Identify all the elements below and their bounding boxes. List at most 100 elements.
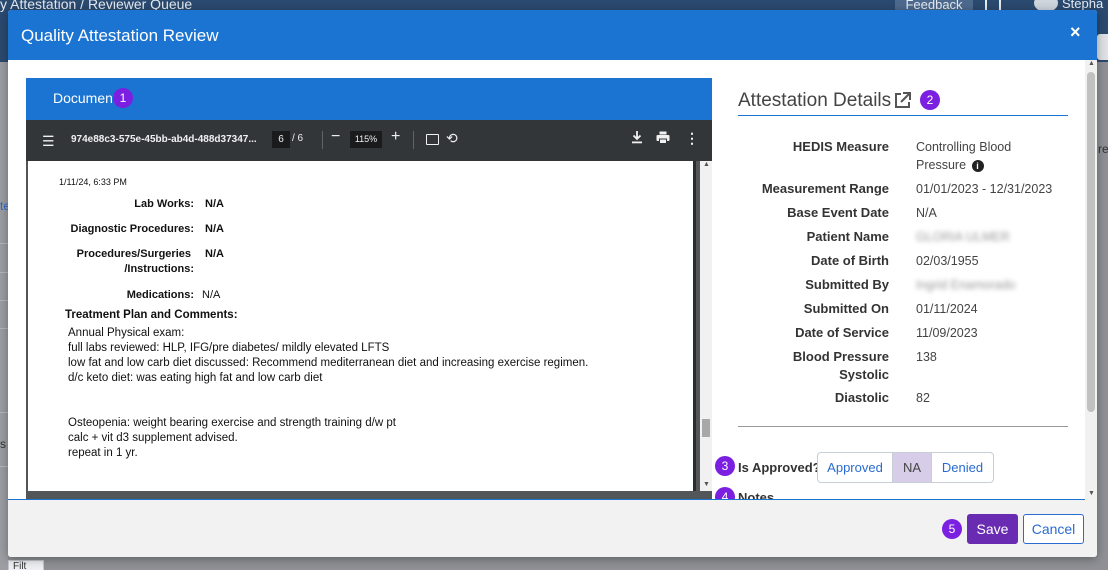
pdf-field-value: N/A [205, 248, 224, 260]
cancel-button[interactable]: Cancel [1023, 514, 1084, 544]
pdf-body-line: d/c keto diet: was eating high fat and l… [68, 372, 323, 384]
pdf-field-label: Diagnostic Procedures: [70, 223, 194, 235]
background-text: re [1098, 142, 1108, 156]
diastolic-label: Diastolic [834, 390, 889, 405]
modal-footer: 5 Save Cancel [8, 500, 1097, 557]
divider [0, 243, 8, 244]
hedis-measure-value-text: Pressure [916, 158, 967, 172]
denied-option[interactable]: Denied [932, 453, 993, 482]
submitted-by-label: Submitted By [805, 277, 889, 292]
pdf-body-line: low fat and low carb diet discussed: Rec… [68, 357, 589, 369]
is-approved-label: Is Approved? [738, 460, 821, 475]
scroll-down-icon[interactable]: ▼ [703, 481, 710, 488]
systolic-value: 138 [916, 350, 937, 364]
pdf-field-value: N/A [205, 223, 224, 235]
systolic-label: Systolic [839, 367, 889, 382]
attestation-review-modal: Quality Attestation Review × Document 1 … [8, 10, 1097, 557]
divider [0, 466, 8, 467]
toolbar-divider [322, 131, 323, 149]
pdf-field-label: Lab Works: [134, 198, 194, 210]
divider [738, 115, 1068, 116]
patient-name-value: GLORIA ULMER [916, 230, 1010, 244]
pdf-field-value: N/A [205, 198, 224, 210]
external-link-icon[interactable] [893, 91, 912, 115]
divider [0, 412, 8, 413]
page-total: / 6 [292, 133, 304, 144]
pdf-body-line: full labs reviewed: HLP, IFG/pre diabete… [68, 342, 390, 354]
pdf-field-value: N/A [202, 289, 221, 301]
zoom-level-input[interactable]: 115% [350, 131, 382, 148]
filter-button: Filt [8, 560, 44, 570]
document-header: Document 1 [26, 78, 712, 120]
pdf-body-line: Osteopenia: weight bearing exercise and … [68, 417, 396, 429]
print-icon[interactable] [656, 131, 670, 149]
callout-badge-5: 5 [942, 519, 962, 539]
fit-page-icon[interactable] [426, 134, 439, 145]
menu-icon[interactable]: ☰ [42, 133, 55, 150]
modal-scrollbar-thumb[interactable] [1087, 72, 1095, 412]
scroll-down-icon[interactable]: ▼ [1088, 490, 1095, 497]
page-number-input[interactable]: 6 [272, 131, 290, 148]
modal-body: Document 1 ☰ 974e88c3-575e-45bb-ab4d-488… [8, 60, 1097, 500]
zoom-out-icon[interactable]: − [331, 128, 340, 146]
callout-badge-1: 1 [113, 88, 133, 108]
callout-badge-2: 2 [920, 90, 940, 110]
pdf-viewer[interactable]: 1/11/24, 6:33 PM Lab Works: N/A Diagnost… [26, 161, 712, 500]
divider [738, 426, 1068, 427]
pdf-date-line: 1/11/24, 6:33 PM [59, 177, 127, 187]
na-option[interactable]: NA [893, 453, 932, 482]
info-icon[interactable]: i [971, 159, 984, 172]
pdf-treatment-heading: Treatment Plan and Comments: [65, 309, 238, 321]
pdf-body-line: calc + vit d3 supplement advised. [68, 432, 238, 444]
zoom-in-icon[interactable]: + [391, 128, 400, 146]
document-panel: Document 1 ☰ 974e88c3-575e-45bb-ab4d-488… [26, 78, 712, 500]
date-of-birth-label: Date of Birth [811, 253, 889, 268]
close-icon[interactable]: × [1070, 22, 1081, 43]
submitted-by-value: Ingrid Enamorado [916, 278, 1016, 292]
save-button[interactable]: Save [967, 514, 1018, 544]
modal-header: Quality Attestation Review × [8, 10, 1097, 60]
approval-segmented-control: Approved NA Denied [817, 452, 994, 483]
pdf-scrollbar[interactable] [700, 161, 712, 491]
base-event-date-value: N/A [916, 206, 937, 220]
pdf-body-line: Annual Physical exam: [68, 327, 185, 339]
pdf-field-label: Medications: [126, 289, 194, 301]
pdf-toolbar: ☰ 974e88c3-575e-45bb-ab4d-488d37347... 6… [26, 120, 712, 161]
date-of-service-label: Date of Service [795, 325, 889, 340]
hedis-measure-value-line2: Pressure i [916, 156, 984, 174]
details-title: Attestation Details [738, 90, 892, 111]
rotate-icon[interactable]: ⟲ [446, 130, 458, 147]
pdf-filename: 974e88c3-575e-45bb-ab4d-488d37347... [71, 134, 257, 145]
divider [0, 272, 8, 273]
measurement-range-label: Measurement Range [761, 181, 889, 196]
more-options-icon[interactable]: ⋮ [685, 130, 699, 147]
toolbar-divider [413, 131, 414, 149]
pdf-field-label: Procedures/Surgeries [76, 248, 191, 260]
hedis-measure-label: HEDIS Measure [792, 139, 889, 154]
divider [0, 300, 8, 301]
patient-name-label: Patient Name [806, 229, 889, 244]
blood-pressure-label: Blood Pressure [792, 349, 889, 364]
divider [0, 328, 8, 329]
submitted-on-value: 01/11/2024 [916, 302, 978, 316]
scroll-up-icon[interactable]: ▲ [1088, 60, 1095, 67]
hedis-measure-value: Controlling Blood [916, 140, 1012, 154]
download-icon[interactable] [631, 130, 643, 149]
background-left-panel [0, 62, 8, 570]
submitted-on-label: Submitted On [803, 301, 889, 316]
scroll-up-icon[interactable]: ▲ [703, 161, 710, 168]
background-text: s [0, 437, 6, 451]
pdf-body-line: repeat in 1 yr. [68, 447, 138, 459]
measurement-range-value: 01/01/2023 - 12/31/2023 [916, 182, 1053, 196]
approved-option[interactable]: Approved [818, 453, 893, 482]
diastolic-value: 82 [916, 391, 930, 405]
callout-badge-3: 3 [715, 456, 735, 476]
date-of-birth-value: 02/03/1955 [916, 254, 979, 268]
pdf-scrollbar-thumb[interactable] [702, 419, 710, 437]
background-button [1097, 34, 1108, 60]
pdf-field-label-line2: /Instructions: [124, 263, 194, 275]
pdf-page: 1/11/24, 6:33 PM Lab Works: N/A Diagnost… [28, 161, 696, 491]
document-header-label: Document [53, 90, 117, 106]
base-event-date-label: Base Event Date [787, 205, 889, 220]
date-of-service-value: 11/09/2023 [916, 326, 978, 340]
